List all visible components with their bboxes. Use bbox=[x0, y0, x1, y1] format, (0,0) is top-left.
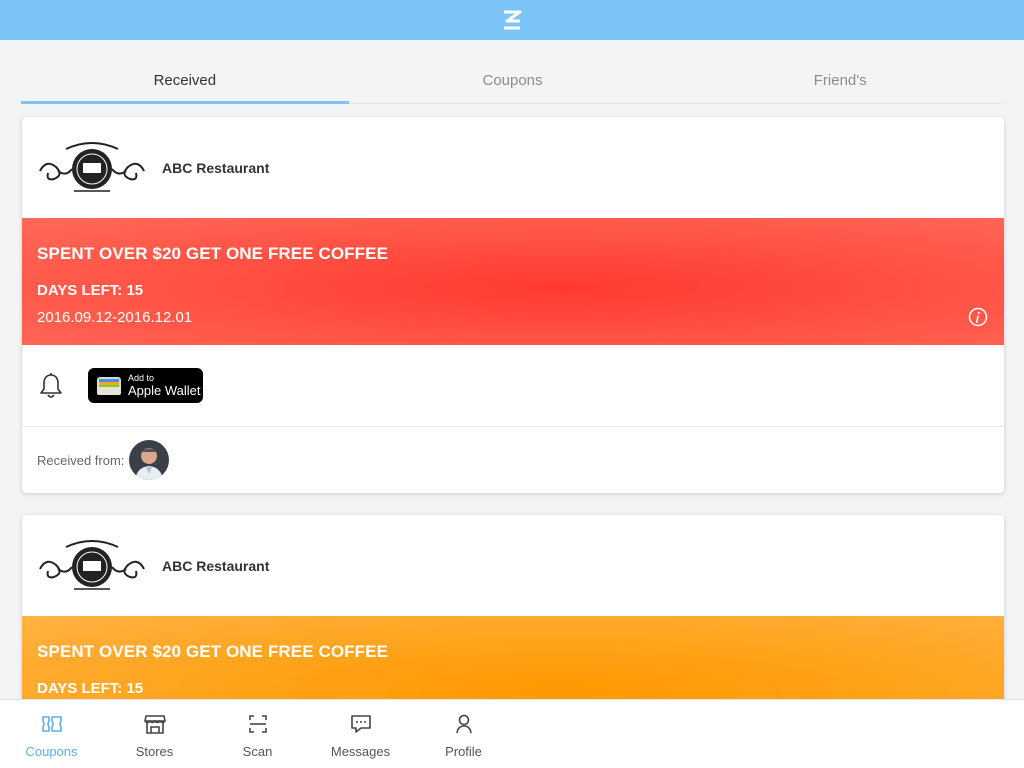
card-header: ABC Restaurant bbox=[22, 515, 1004, 616]
tab-friends[interactable]: Friend's bbox=[676, 58, 1004, 103]
date-range: 2016.09.12-2016.12.01 bbox=[37, 309, 193, 326]
tab-bar: Received Coupons Friend's bbox=[21, 58, 1004, 104]
days-left: DAYS LEFT: 15 bbox=[37, 680, 144, 697]
nav-label: Profile bbox=[445, 744, 482, 759]
coupon-card[interactable]: ABC Restaurant SPENT OVER $20 GET ONE FR… bbox=[22, 117, 1004, 493]
coupon-card[interactable]: ABC Restaurant SPENT OVER $20 GET ONE FR… bbox=[22, 515, 1004, 715]
store-name: ABC Restaurant bbox=[162, 557, 270, 574]
avatar-image bbox=[129, 440, 170, 480]
nav-label: Messages bbox=[330, 744, 391, 759]
tab-received[interactable]: Received bbox=[21, 58, 349, 104]
offer-text: SPENT OVER $20 GET ONE FREE COFFEE bbox=[37, 244, 389, 263]
tab-coupons[interactable]: Coupons bbox=[349, 58, 677, 103]
message-icon bbox=[350, 715, 371, 733]
tab-label: Received bbox=[153, 72, 217, 89]
restaurant-logo-icon bbox=[39, 539, 145, 590]
nav-coupons[interactable]: Coupons bbox=[0, 700, 103, 768]
nav-profile[interactable]: Profile bbox=[412, 700, 515, 768]
nav-messages[interactable]: Messages bbox=[309, 700, 412, 768]
received-from-label: Received from: bbox=[37, 452, 125, 468]
days-left: DAYS LEFT: 15 bbox=[37, 282, 144, 299]
wallet-small-label: Add to bbox=[128, 373, 155, 383]
nav-stores[interactable]: Stores bbox=[103, 700, 206, 768]
coupon-icon bbox=[41, 716, 62, 732]
scan-icon bbox=[248, 715, 267, 733]
bell-icon[interactable] bbox=[38, 372, 64, 400]
restaurant-logo-icon bbox=[39, 141, 145, 192]
z-logo-icon bbox=[504, 10, 522, 30]
store-name: ABC Restaurant bbox=[162, 159, 270, 176]
nav-label: Coupons bbox=[25, 744, 78, 759]
offer-text: SPENT OVER $20 GET ONE FREE COFFEE bbox=[37, 642, 389, 661]
wallet-text: Add to Apple Wallet bbox=[128, 373, 201, 398]
wallet-big-label: Apple Wallet bbox=[128, 383, 201, 398]
info-icon[interactable] bbox=[968, 307, 988, 327]
nav-label: Scan bbox=[242, 744, 273, 759]
bottom-nav: Coupons Stores Scan Messages Profile bbox=[0, 699, 1024, 768]
received-from-row: Received from: bbox=[22, 427, 1004, 493]
store-icon bbox=[143, 715, 166, 734]
card-header: ABC Restaurant bbox=[22, 117, 1004, 218]
avatar[interactable] bbox=[129, 440, 170, 480]
coupon-banner[interactable]: SPENT OVER $20 GET ONE FREE COFFEE DAYS … bbox=[22, 218, 1004, 345]
add-to-apple-wallet-button[interactable]: Add to Apple Wallet bbox=[88, 368, 203, 403]
tab-label: Coupons bbox=[482, 72, 543, 89]
top-bar bbox=[0, 0, 1024, 40]
wallet-icon bbox=[97, 376, 121, 395]
nav-scan[interactable]: Scan bbox=[206, 700, 309, 768]
profile-icon bbox=[455, 714, 472, 734]
nav-label: Stores bbox=[135, 744, 174, 759]
tab-label: Friend's bbox=[813, 72, 867, 89]
coupon-actions: Add to Apple Wallet bbox=[22, 345, 1004, 427]
